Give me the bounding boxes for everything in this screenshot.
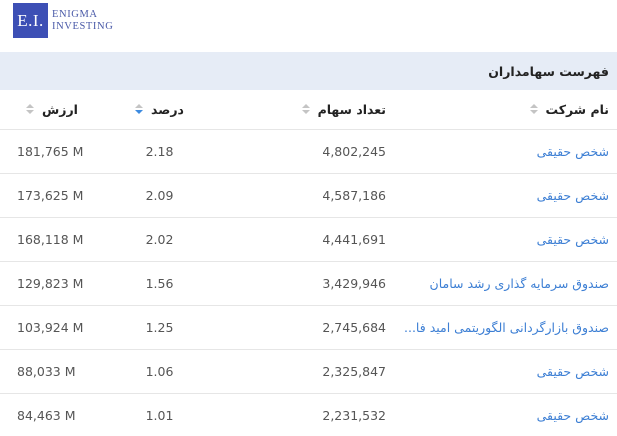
enigma-investing-logo[interactable]: E.I. ENIGMA INVESTING: [13, 3, 113, 38]
shareholders-section-header: فهرست سهامداران: [0, 52, 617, 90]
sort-icon[interactable]: [26, 104, 35, 115]
share-percent: 2.02: [104, 217, 215, 262]
table-header-row: نام شرکت تعداد سهام درصد ارزش: [0, 90, 617, 130]
share-count: 4,587,186: [215, 173, 391, 218]
table-row: شخص حقیقی 2,231,532 1.01 84,463 M: [0, 393, 617, 436]
table-row: صندوق بازارگردانی الگوریتمی امید فا... 2…: [0, 305, 617, 350]
table-row: شخص حقیقی 4,441,691 2.02 168,118 M: [0, 217, 617, 262]
share-count: 4,441,691: [215, 217, 391, 262]
share-value: 129,823 M: [0, 261, 104, 306]
share-percent: 1.06: [104, 349, 215, 394]
column-header-value[interactable]: ارزش: [0, 90, 104, 130]
column-header-name[interactable]: نام شرکت: [391, 90, 617, 130]
share-value: 181,765 M: [0, 129, 104, 174]
shareholder-name-link[interactable]: صندوق بازارگردانی الگوریتمی امید فا...: [391, 305, 617, 350]
table-row: صندوق سرمایه گذاری رشد سامان 3,429,946 1…: [0, 261, 617, 306]
share-count: 4,802,245: [215, 129, 391, 174]
share-value: 168,118 M: [0, 217, 104, 262]
column-header-shares-label: تعداد سهام: [317, 101, 386, 117]
logo-text-line1: ENIGMA: [52, 8, 98, 20]
share-count: 2,325,847: [215, 349, 391, 394]
column-header-value-label: ارزش: [42, 101, 78, 117]
table-row: شخص حقیقی 4,802,245 2.18 181,765 M: [0, 129, 617, 174]
column-header-name-label: نام شرکت: [545, 101, 609, 117]
shareholder-name-link[interactable]: شخص حقیقی: [391, 173, 617, 218]
share-count: 2,745,684: [215, 305, 391, 350]
share-value: 173,625 M: [0, 173, 104, 218]
shareholder-name-link[interactable]: شخص حقیقی: [391, 349, 617, 394]
share-count: 3,429,946: [215, 261, 391, 306]
sort-descending-icon[interactable]: [135, 104, 144, 115]
share-percent: 1.01: [104, 393, 215, 436]
section-title: فهرست سهامداران: [488, 63, 609, 79]
logo-text-line2: INVESTING: [52, 20, 114, 32]
shareholder-name-link[interactable]: شخص حقیقی: [391, 217, 617, 262]
share-count: 2,231,532: [215, 393, 391, 436]
column-header-shares[interactable]: تعداد سهام: [215, 90, 391, 130]
logo-text: ENIGMA INVESTING: [52, 9, 113, 33]
table-row: شخص حقیقی 4,587,186 2.09 173,625 M: [0, 173, 617, 218]
share-value: 88,033 M: [0, 349, 104, 394]
shareholder-name-link[interactable]: شخص حقیقی: [391, 393, 617, 436]
shareholder-name-link[interactable]: صندوق سرمایه گذاری رشد سامان: [391, 261, 617, 306]
logo-badge: E.I.: [13, 3, 48, 38]
column-header-percent[interactable]: درصد: [104, 90, 215, 130]
share-percent: 2.18: [104, 129, 215, 174]
shareholders-table: نام شرکت تعداد سهام درصد ارزش شخص حقیقی …: [0, 90, 617, 436]
sort-icon[interactable]: [301, 104, 310, 115]
shareholder-name-link[interactable]: شخص حقیقی: [391, 129, 617, 174]
share-value: 84,463 M: [0, 393, 104, 436]
share-percent: 1.56: [104, 261, 215, 306]
share-percent: 2.09: [104, 173, 215, 218]
table-row: شخص حقیقی 2,325,847 1.06 88,033 M: [0, 349, 617, 394]
column-header-percent-label: درصد: [151, 101, 184, 117]
sort-icon[interactable]: [529, 104, 538, 115]
share-percent: 1.25: [104, 305, 215, 350]
share-value: 103,924 M: [0, 305, 104, 350]
